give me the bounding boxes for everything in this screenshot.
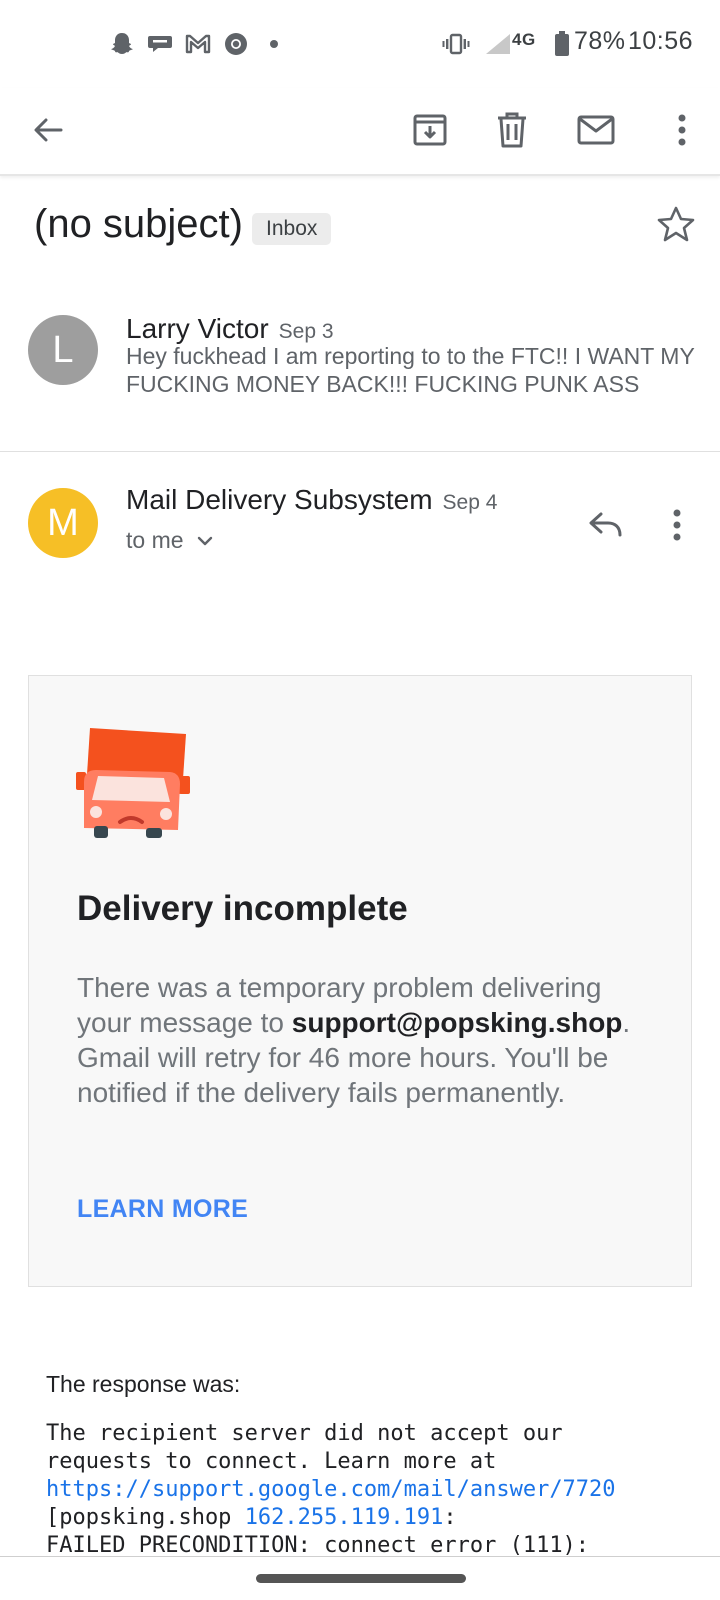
mark-unread-button[interactable]: [568, 102, 624, 158]
chat-icon: [146, 30, 174, 58]
response-line: [popsking.shop 162.255.119.191:: [46, 1504, 706, 1532]
message-date: Sep 4: [442, 491, 498, 514]
reply-button[interactable]: [580, 500, 632, 548]
status-bar: 4G 78% 10:56: [0, 0, 720, 88]
response-line: The recipient server did not accept our: [46, 1421, 563, 1446]
more-vert-icon: [673, 509, 681, 541]
message-divider: [0, 451, 720, 452]
sender-name: Larry Victor: [126, 313, 269, 344]
message-more-button[interactable]: [662, 505, 692, 545]
response-colon: :: [443, 1505, 457, 1530]
battery-percent: 78%: [574, 27, 626, 55]
gmail-icon: [184, 30, 212, 58]
message-header: Mail Delivery Subsystem Sep 4: [126, 484, 497, 516]
star-button[interactable]: [654, 203, 698, 247]
more-vert-icon: [678, 114, 686, 146]
star-icon: [657, 206, 695, 242]
sender-name: Mail Delivery Subsystem: [126, 484, 433, 515]
message-header: Larry Victor Sep 3: [126, 313, 334, 345]
card-title: Delivery incomplete: [77, 889, 408, 928]
recipient-details-toggle[interactable]: to me: [126, 527, 216, 554]
ip-link[interactable]: 162.255.119.191: [245, 1505, 444, 1530]
mark-unread-icon: [577, 115, 615, 145]
support-link[interactable]: https://support.google.com/mail/answer/7…: [46, 1476, 706, 1504]
archive-icon: [413, 114, 447, 146]
message-date: Sep 3: [278, 320, 334, 343]
response-line: requests to connect. Learn more at: [46, 1449, 497, 1474]
learn-more-link[interactable]: LEARN MORE: [77, 1195, 248, 1224]
delete-icon: [498, 112, 526, 148]
top-app-bar: [0, 88, 720, 176]
back-button[interactable]: [20, 102, 76, 158]
recipient-label: to me: [126, 527, 184, 553]
back-arrow-icon: [34, 118, 63, 142]
response-heading: The response was:: [46, 1371, 241, 1397]
clock-time: 10:56: [628, 27, 694, 55]
chrome-icon: [222, 30, 250, 58]
delete-button[interactable]: [484, 102, 540, 158]
snapchat-icon: [108, 30, 136, 58]
battery-icon: [548, 30, 576, 58]
inbox-label-chip[interactable]: Inbox: [252, 213, 332, 245]
sad-truck-icon: [76, 720, 196, 840]
avatar: M: [28, 488, 98, 558]
message-snippet: Hey fuckhead I am reporting to to the FT…: [126, 343, 695, 397]
response-domain: [popsking.shop: [46, 1505, 245, 1530]
card-body: There was a temporary problem delivering…: [77, 970, 657, 1110]
signal-icon: [484, 30, 512, 58]
reply-icon: [589, 512, 622, 537]
dot-icon: [260, 30, 288, 58]
recipient-email: support@popsking.shop: [291, 1007, 623, 1038]
home-gesture-pill[interactable]: [256, 1574, 466, 1583]
vibrate-icon: [442, 30, 470, 58]
response-details: The recipient server did not accept our r…: [46, 1420, 706, 1560]
archive-button[interactable]: [402, 102, 458, 158]
thread-subject: (no subject): [34, 202, 243, 246]
network-label: 4G: [512, 30, 536, 49]
more-options-button[interactable]: [654, 102, 710, 158]
chevron-down-icon: [197, 536, 212, 545]
avatar: L: [28, 315, 98, 385]
